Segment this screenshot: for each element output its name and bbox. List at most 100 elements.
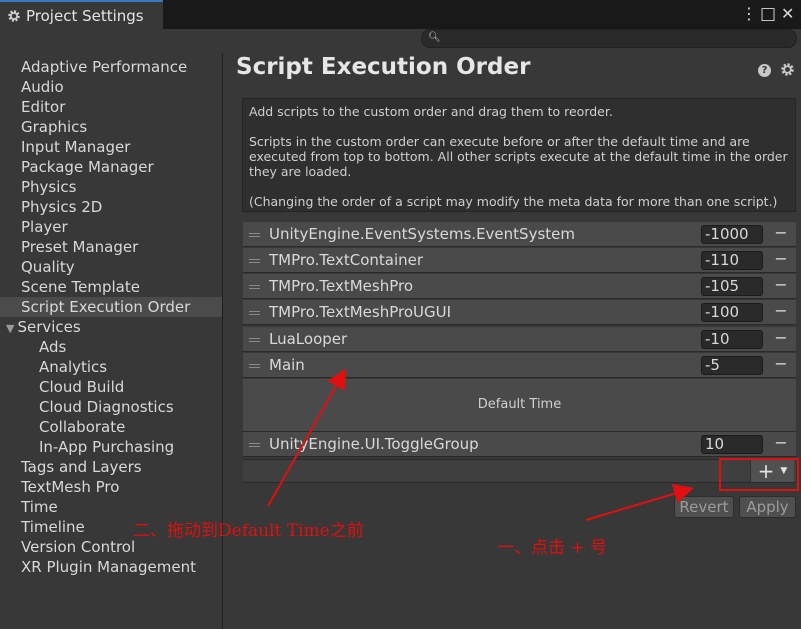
sidebar-item[interactable]: Time	[0, 497, 222, 517]
sidebar-item-label: Graphics	[21, 118, 88, 136]
sidebar-item-label: Preset Manager	[21, 238, 139, 256]
annotation-step-1: 一、点击 + 号	[497, 538, 608, 558]
sidebar-item[interactable]: Quality	[0, 257, 222, 277]
execution-order-field[interactable]: -1000	[701, 225, 763, 244]
expand-arrow-icon[interactable]: ▼	[6, 322, 14, 335]
settings-gear-icon[interactable]	[780, 62, 795, 77]
script-name: TMPro.TextContainer	[269, 251, 424, 269]
remove-icon[interactable]: −	[773, 248, 789, 270]
remove-icon[interactable]: −	[773, 300, 789, 322]
execution-order-field[interactable]: -5	[701, 356, 763, 375]
gear-icon	[8, 9, 20, 22]
sidebar-item-label: In-App Purchasing	[39, 438, 175, 456]
description-line: Add scripts to the custom order and drag…	[249, 104, 613, 119]
execution-order-field[interactable]: -10	[701, 330, 763, 349]
sidebar-item[interactable]: Physics 2D	[0, 197, 222, 217]
sidebar-item-label: Player	[21, 218, 68, 236]
drag-handle-icon[interactable]	[249, 443, 260, 447]
script-row[interactable]: TMPro.TextContainer -110 −	[243, 248, 796, 273]
drag-handle-icon[interactable]	[249, 259, 260, 263]
drag-handle-icon[interactable]	[249, 338, 260, 342]
drag-handle-icon[interactable]	[249, 364, 260, 368]
sidebar-item-label: Audio	[21, 78, 64, 96]
apply-button[interactable]: Apply	[739, 496, 796, 518]
drag-handle-icon[interactable]	[249, 311, 260, 315]
search-input[interactable]	[442, 30, 782, 47]
page-title: Script Execution Order	[236, 54, 531, 80]
drag-handle-icon[interactable]	[249, 233, 260, 237]
description-line: (Changing the order of a script may modi…	[249, 194, 778, 209]
sidebar-item[interactable]: ▼ Services	[0, 317, 222, 337]
script-row[interactable]: TMPro.TextMeshProUGUI -100 −	[243, 300, 796, 325]
sidebar-item-label: Package Manager	[21, 158, 154, 176]
sidebar-item[interactable]: Cloud Build	[0, 377, 222, 397]
add-script-button[interactable]: + ▼	[750, 460, 794, 482]
script-name: Main	[269, 356, 305, 374]
sidebar-item-label: Timeline	[21, 518, 85, 536]
search-icon: 🔍︎	[428, 32, 441, 43]
search-field[interactable]: 🔍︎	[421, 29, 797, 48]
remove-icon[interactable]: −	[773, 327, 789, 349]
help-icon[interactable]: ?	[758, 64, 771, 77]
sidebar-item-label: Collaborate	[39, 418, 126, 436]
sidebar-item[interactable]: Physics	[0, 177, 222, 197]
sidebar-item[interactable]: Tags and Layers	[0, 457, 222, 477]
sidebar-item[interactable]: Package Manager	[0, 157, 222, 177]
sidebar-item[interactable]: Script Execution Order	[0, 297, 222, 317]
execution-order-field[interactable]: -110	[701, 251, 763, 270]
script-row[interactable]: UnityEngine.UI.ToggleGroup 10 −	[243, 432, 796, 457]
sidebar-item[interactable]: Input Manager	[0, 137, 222, 157]
annotation-step-2: 二、拖动到Default Time之前	[133, 521, 364, 541]
description-line: Scripts in the custom order can execute …	[249, 134, 750, 149]
sidebar-item-label: Cloud Build	[39, 378, 125, 396]
sidebar-item[interactable]: In-App Purchasing	[0, 437, 222, 457]
sidebar-item-label: Time	[21, 498, 58, 516]
sidebar-item[interactable]: Editor	[0, 97, 222, 117]
sidebar-item-label: Physics	[21, 178, 77, 196]
tab-project-settings[interactable]: Project Settings	[0, 0, 163, 29]
script-name: LuaLooper	[269, 330, 348, 348]
remove-icon[interactable]: −	[773, 432, 789, 454]
maximize-icon[interactable]: □	[760, 4, 776, 24]
script-name: UnityEngine.UI.ToggleGroup	[269, 435, 479, 453]
sidebar-item[interactable]: Preset Manager	[0, 237, 222, 257]
sidebar-item-label: Adaptive Performance	[21, 58, 188, 76]
sidebar-item[interactable]: Graphics	[0, 117, 222, 137]
remove-icon[interactable]: −	[773, 222, 789, 244]
chevron-down-icon: ▼	[780, 466, 788, 476]
script-row[interactable]: LuaLooper -10 −	[243, 327, 796, 352]
more-menu-icon[interactable]: ⋮	[741, 4, 757, 24]
tab-title: Project Settings	[26, 6, 144, 25]
sidebar-item[interactable]: XR Plugin Management	[0, 557, 222, 577]
sidebar-item[interactable]: TextMesh Pro	[0, 477, 222, 497]
script-row[interactable]: Main -5 −	[243, 353, 796, 378]
script-row[interactable]: TMPro.TextMeshPro -105 −	[243, 274, 796, 299]
sidebar-item-label: Physics 2D	[21, 198, 103, 216]
sidebar-item[interactable]: Cloud Diagnostics	[0, 397, 222, 417]
sidebar-item[interactable]: Collaborate	[0, 417, 222, 437]
sidebar-item[interactable]: Player	[0, 217, 222, 237]
sidebar-item[interactable]: Adaptive Performance	[0, 57, 222, 77]
plus-icon: +	[757, 459, 775, 483]
sidebar-item-label: Quality	[21, 258, 75, 276]
sidebar-item-label: Services	[17, 318, 81, 336]
sidebar-item[interactable]: Analytics	[0, 357, 222, 377]
execution-order-field[interactable]: -105	[701, 277, 763, 296]
sidebar-item-label: Input Manager	[21, 138, 131, 156]
sidebar-item[interactable]: Ads	[0, 337, 222, 357]
sidebar-item-label: Ads	[39, 338, 67, 356]
sidebar-item-label: Cloud Diagnostics	[39, 398, 174, 416]
remove-icon[interactable]: −	[773, 274, 789, 296]
list-footer	[243, 459, 796, 483]
execution-order-field[interactable]: 10	[701, 435, 763, 454]
drag-handle-icon[interactable]	[249, 285, 260, 289]
revert-button[interactable]: Revert	[674, 496, 734, 518]
execution-order-field[interactable]: -100	[701, 303, 763, 322]
script-row[interactable]: UnityEngine.EventSystems.EventSystem -10…	[243, 222, 796, 247]
remove-icon[interactable]: −	[773, 353, 789, 375]
sidebar-item[interactable]: Scene Template	[0, 277, 222, 297]
sidebar-item[interactable]: Audio	[0, 77, 222, 97]
close-icon[interactable]: ✕	[781, 4, 794, 24]
sidebar-item-label: XR Plugin Management	[21, 558, 196, 576]
description-box: Add scripts to the custom order and drag…	[242, 98, 796, 212]
